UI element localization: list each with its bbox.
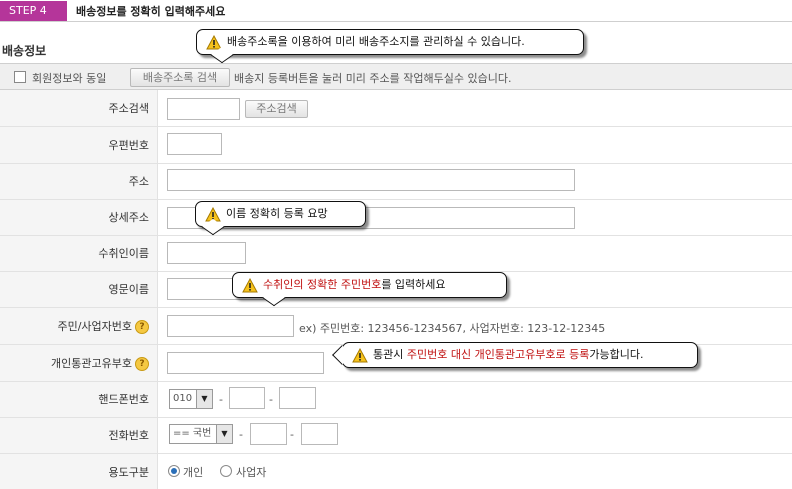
step-title: 배송정보를 정확히 입력해주세요 bbox=[76, 5, 226, 18]
address-search-button[interactable]: 주소검색 bbox=[245, 100, 308, 118]
row-address-search: 주소검색 주소검색 bbox=[0, 90, 792, 127]
usage-personal-label: 개인 bbox=[183, 466, 204, 479]
phone-prefix-value: == 국번 bbox=[173, 428, 212, 439]
dash: - bbox=[269, 393, 273, 406]
id-number-input[interactable] bbox=[167, 315, 294, 337]
customs-code-tooltip: 통관시 주민번호 대신 개인통관고유부호로 등록가능합니다. bbox=[332, 342, 698, 368]
customs-code-input[interactable] bbox=[167, 352, 324, 374]
mobile-last-input[interactable] bbox=[279, 387, 316, 409]
step-badge: STEP 4 bbox=[0, 1, 67, 21]
detail-address-label: 상세주소 bbox=[0, 200, 158, 235]
row-phone: 전화번호 == 국번 ▼ - - bbox=[0, 418, 792, 454]
usage-business-label: 사업자 bbox=[236, 466, 267, 479]
warning-icon bbox=[352, 348, 368, 363]
dash: - bbox=[219, 393, 223, 406]
address-input[interactable] bbox=[167, 169, 575, 191]
mobile-middle-input[interactable] bbox=[229, 387, 265, 409]
dash: - bbox=[290, 428, 294, 441]
address-book-tooltip-text: 배송주소록을 이용하여 미리 배송주소지를 관리하실 수 있습니다. bbox=[227, 35, 525, 48]
phone-middle-input[interactable] bbox=[250, 423, 287, 445]
phone-prefix-select[interactable]: == 국번 ▼ bbox=[169, 424, 233, 444]
phone-last-input[interactable] bbox=[301, 423, 338, 445]
address-book-search-button[interactable]: 배송주소록 검색 bbox=[130, 68, 230, 87]
usage-business-radio[interactable] bbox=[220, 465, 232, 477]
address-search-input[interactable] bbox=[167, 98, 240, 120]
same-as-member-checkbox[interactable] bbox=[14, 71, 26, 83]
same-as-member-label: 회원정보와 동일 bbox=[32, 72, 107, 85]
mobile-prefix-value: 010 bbox=[173, 393, 193, 404]
postal-label: 우편번호 bbox=[0, 127, 158, 163]
id-number-label-cell: 주민/사업자번호? bbox=[0, 308, 158, 344]
row-address: 주소 bbox=[0, 164, 792, 200]
address-book-note: 배송지 등록버튼을 눌러 미리 주소를 작업해두실수 있습니다. bbox=[234, 72, 512, 85]
row-mobile: 핸드폰번호 010 ▼ - - bbox=[0, 382, 792, 418]
section-title: 배송정보 bbox=[2, 44, 47, 58]
name-tooltip-text: 이름 정확히 등록 요망 bbox=[226, 207, 328, 220]
address-search-label: 주소검색 bbox=[0, 90, 158, 126]
dash: - bbox=[239, 428, 243, 441]
name-tooltip: 이름 정확히 등록 요망 bbox=[195, 201, 366, 236]
id-number-example: ex) 주민번호: 123456-1234567, 사업자번호: 123-12-… bbox=[299, 322, 606, 335]
row-detail-address: 상세주소 bbox=[0, 200, 792, 236]
row-postal: 우편번호 bbox=[0, 127, 792, 164]
help-icon[interactable]: ? bbox=[135, 357, 149, 371]
id-number-tooltip-text: 를 입력하세요 bbox=[381, 278, 446, 291]
warning-icon bbox=[242, 278, 258, 293]
customs-code-label-cell: 개인통관고유부호? bbox=[0, 345, 158, 381]
phone-label: 전화번호 bbox=[0, 418, 158, 453]
recipient-input[interactable] bbox=[167, 242, 246, 264]
help-icon[interactable]: ? bbox=[135, 320, 149, 334]
id-number-tooltip: 수취인의 정확한 주민번호를 입력하세요 bbox=[232, 272, 507, 307]
recipient-label: 수취인이름 bbox=[0, 236, 158, 271]
chevron-down-icon: ▼ bbox=[196, 390, 212, 408]
same-as-member-row: 회원정보와 동일 배송주소록 검색 배송지 등록버튼을 눌러 미리 주소를 작업… bbox=[0, 63, 792, 89]
customs-code-tooltip-text-b: 가능합니다. bbox=[589, 348, 644, 361]
postal-input[interactable] bbox=[167, 133, 222, 155]
usage-personal-radio[interactable] bbox=[168, 465, 180, 477]
row-recipient: 수취인이름 bbox=[0, 236, 792, 272]
usage-label: 용도구분 bbox=[0, 454, 158, 489]
english-name-label: 영문이름 bbox=[0, 272, 158, 307]
row-usage: 용도구분 개인 사업자 bbox=[0, 454, 792, 489]
customs-code-label: 개인통관고유부호 bbox=[51, 357, 132, 370]
row-id-number: 주민/사업자번호? ex) 주민번호: 123456-1234567, 사업자번… bbox=[0, 308, 792, 345]
mobile-label: 핸드폰번호 bbox=[0, 382, 158, 417]
id-number-label: 주민/사업자번호 bbox=[57, 320, 132, 333]
customs-code-tooltip-text-a: 통관시 bbox=[373, 348, 407, 361]
customs-code-tooltip-highlight: 주민번호 대신 개인통관고유부호로 등록 bbox=[406, 348, 590, 361]
address-book-tooltip: 배송주소록을 이용하여 미리 배송주소지를 관리하실 수 있습니다. bbox=[196, 29, 584, 64]
id-number-tooltip-highlight: 수취인의 정확한 주민번호 bbox=[263, 278, 382, 291]
mobile-prefix-select[interactable]: 010 ▼ bbox=[169, 389, 213, 409]
chevron-down-icon: ▼ bbox=[216, 425, 232, 443]
step-header: STEP 4 배송정보를 정확히 입력해주세요 bbox=[0, 0, 792, 22]
address-label: 주소 bbox=[0, 164, 158, 199]
